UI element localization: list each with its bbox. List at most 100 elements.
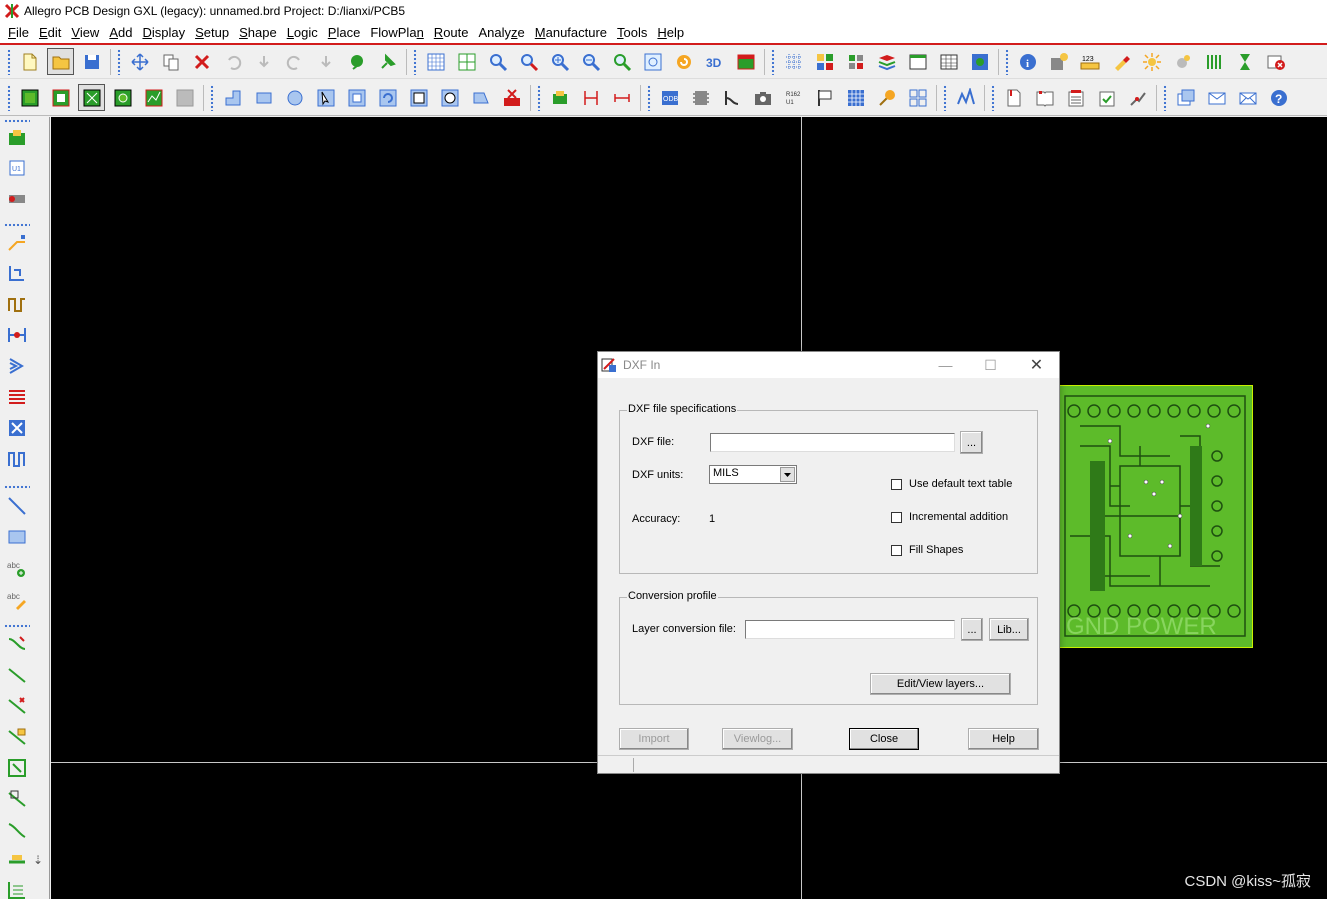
toolbar-grip[interactable] [537,84,541,111]
redo-icon[interactable] [281,48,308,75]
info-icon[interactable]: i [1014,48,1041,75]
delete-icon[interactable] [188,48,215,75]
merge-shapes-icon[interactable] [467,84,494,111]
menu-shape[interactable]: Shape [234,25,282,40]
camera-icon[interactable] [749,84,776,111]
menu-place[interactable]: Place [323,25,366,40]
check-report-icon[interactable] [1093,84,1120,111]
dimension-horizontal-icon[interactable] [608,84,635,111]
3d-view-icon[interactable]: 3D [701,48,728,75]
zoom-out-icon[interactable] [577,48,604,75]
help-icon[interactable]: ? [1265,84,1292,111]
layer-visibility-icon[interactable] [842,48,869,75]
add-rect-icon[interactable] [4,524,30,550]
flip-board-icon[interactable] [732,48,759,75]
book-icon[interactable] [1031,84,1058,111]
menu-add[interactable]: Add [104,25,137,40]
flow-planning-icon[interactable] [109,84,136,111]
board-view-icon[interactable] [966,48,993,75]
manual-void-icon[interactable] [343,84,370,111]
dxf-file-input[interactable] [710,433,955,452]
maximize-icon[interactable]: ☐ [968,352,1013,378]
pin-icon[interactable] [374,48,401,75]
odb-export-icon[interactable]: ODB [656,84,683,111]
toolbar-grip[interactable] [7,48,11,75]
toolbar-grip[interactable] [210,84,214,111]
more-tools-arrow-icon[interactable]: ⇣ [33,853,43,867]
custom-smooth-icon[interactable] [4,322,30,348]
lib-button[interactable]: Lib... [989,618,1029,641]
disabled-mode-icon[interactable] [171,84,198,111]
windows-icon[interactable] [1172,84,1199,111]
new-file-icon[interactable] [16,48,43,75]
menu-analyze[interactable]: Analyze [474,25,530,40]
route-grid-icon[interactable] [4,877,30,899]
menu-flowplan[interactable]: FlowPlan [365,25,428,40]
toolbar-grip[interactable] [4,624,30,628]
etch-edit-icon[interactable] [16,84,43,111]
rename-refdes-icon[interactable]: R162 U1 [780,84,807,111]
menu-logic[interactable]: Logic [282,25,323,40]
pcb-board[interactable]: GND POWER [1059,385,1253,648]
zoom-fit-icon[interactable] [453,48,480,75]
general-edit-icon[interactable] [47,84,74,111]
move-icon[interactable] [126,48,153,75]
measure-icon[interactable]: 123 [1076,48,1103,75]
dxf-units-select[interactable]: MILS [709,465,797,484]
toolbar-grip[interactable] [4,119,30,123]
dxf-file-browse-button[interactable]: ... [960,431,983,454]
checkbox-box[interactable] [891,478,902,490]
use-default-text-table-checkbox[interactable]: Use default text table [891,478,1012,490]
place-module-icon[interactable] [4,185,30,211]
menu-edit[interactable]: Edit [34,25,66,40]
highlight-icon[interactable] [1107,48,1134,75]
add-circle-icon[interactable] [281,84,308,111]
toolbar-grip[interactable] [1163,84,1167,111]
hourglass-icon[interactable] [1231,48,1258,75]
message-icon[interactable] [1234,84,1261,111]
bars-icon[interactable] [1200,48,1227,75]
waveform-icon[interactable] [952,84,979,111]
zoom-previous-icon[interactable] [608,48,635,75]
add-line-icon[interactable] [219,84,246,111]
close-icon[interactable]: ✕ [1014,352,1059,378]
grid-toggle-icon[interactable] [780,48,807,75]
report-icon[interactable] [1000,84,1027,111]
minimize-icon[interactable]: — [923,352,968,378]
close-button[interactable]: Close [849,728,919,750]
add-line-icon[interactable] [4,493,30,519]
dimension-vertical-icon[interactable] [577,84,604,111]
toolbar-grip[interactable] [647,84,651,111]
signal-integrity-icon[interactable] [140,84,167,111]
place-manual-icon[interactable] [4,125,30,151]
color-icon[interactable] [811,48,838,75]
copy-icon[interactable] [157,48,184,75]
zoom-in-icon[interactable] [546,48,573,75]
route-lock-icon[interactable] [4,724,30,750]
menu-display[interactable]: Display [137,25,190,40]
checklist-icon[interactable] [1062,84,1089,111]
layer-file-browse-button[interactable]: ... [961,618,983,641]
menu-manufacture[interactable]: Manufacture [530,25,612,40]
save-icon[interactable] [78,48,105,75]
zoom-window-icon[interactable] [484,48,511,75]
toolbar-grip[interactable] [117,48,121,75]
void-rectangle-icon[interactable] [405,84,432,111]
toolbar-grip[interactable] [7,84,11,111]
viewlog-button[interactable]: Viewlog... [722,728,793,750]
layer-conversion-file-input[interactable] [745,620,955,639]
route-line-icon[interactable] [4,662,30,688]
fanout-icon[interactable] [4,415,30,441]
route-glossing-icon[interactable] [4,817,30,843]
phase-tune-icon[interactable] [4,446,30,472]
redo-down-icon[interactable] [312,48,339,75]
cancel-command-icon[interactable] [1262,48,1289,75]
toolbar-grip[interactable] [771,48,775,75]
place-component-icon[interactable]: U1 [4,155,30,181]
swap-pins-icon[interactable] [718,84,745,111]
void-circle-icon[interactable] [374,84,401,111]
select-shape-icon[interactable] [312,84,339,111]
vias-icon[interactable] [4,353,30,379]
bus-route-icon[interactable] [4,384,30,410]
dimension-icon[interactable] [546,84,573,111]
